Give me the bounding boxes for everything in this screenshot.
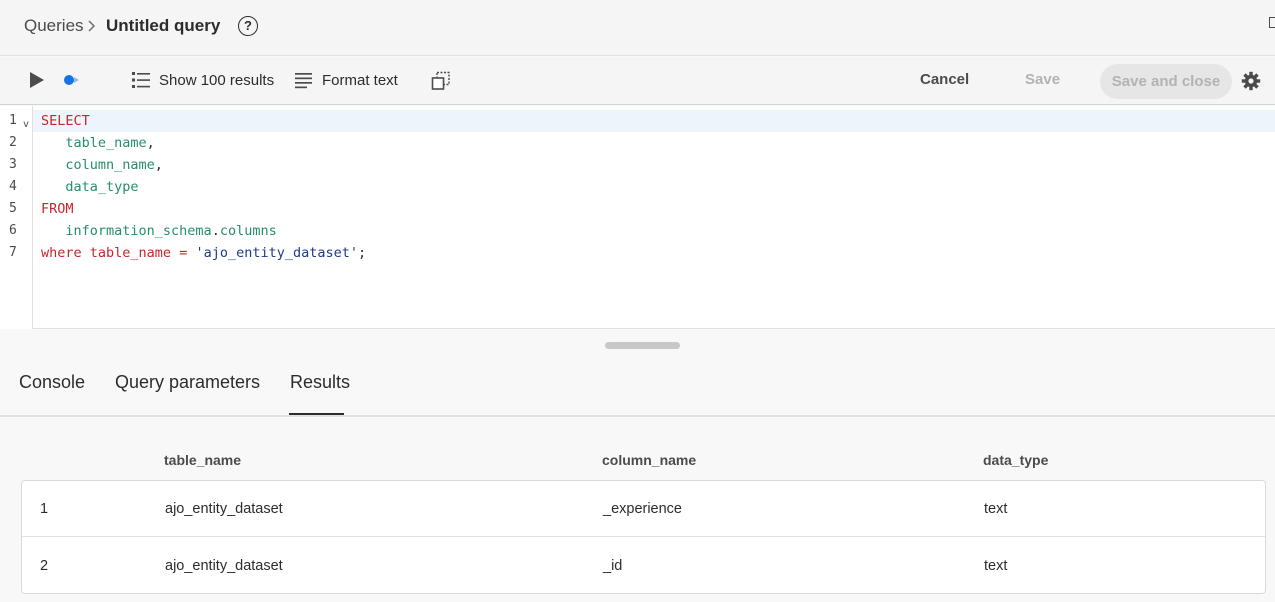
sql-string: 'ajo_entity_dataset' [195, 245, 359, 261]
line-number: 6 [9, 223, 17, 238]
cell-column-name: _experience [603, 501, 682, 517]
play-icon [30, 72, 44, 88]
run-selected-button[interactable] [62, 72, 82, 88]
row-number: 1 [40, 501, 49, 517]
page-title: Untitled query [106, 16, 221, 35]
format-text-button[interactable]: Format text [294, 70, 398, 90]
active-tab-indicator [289, 413, 344, 415]
output-tabs: Console Query parameters Results [0, 355, 1275, 417]
line-number: 7 [9, 245, 17, 260]
breadcrumb-queries-link[interactable]: Queries [24, 16, 84, 36]
save-button[interactable]: Save [1025, 71, 1060, 88]
gear-icon [1241, 71, 1261, 91]
copy-icon [431, 71, 450, 90]
sql-punctuation: . [211, 223, 220, 239]
tab-console[interactable]: Console [19, 372, 85, 393]
settings-button[interactable] [1241, 71, 1261, 96]
text-align-icon [295, 73, 312, 89]
column-header-table-name[interactable]: table_name [164, 452, 241, 468]
code-line: column_name, [41, 157, 163, 173]
code-line: SELECT [41, 113, 90, 129]
tab-query-parameters[interactable]: Query parameters [115, 372, 260, 393]
cell-data-type: text [984, 558, 1008, 574]
cell-table-name: ajo_entity_dataset [165, 501, 283, 517]
sql-identifier: information_schema [65, 223, 212, 239]
sql-operator: = [179, 245, 188, 261]
fold-toggle-icon[interactable]: v [23, 119, 29, 130]
results-table: 1 ajo_entity_dataset _experience text 2 … [21, 480, 1266, 594]
line-number: 5 [9, 201, 17, 216]
show-results-label: Show 100 results [159, 71, 275, 89]
sql-identifier: table_name [89, 245, 172, 261]
code-line: table_name, [41, 135, 155, 151]
show-100-results-button[interactable]: Show 100 results [131, 70, 274, 90]
cell-table-name: ajo_entity_dataset [165, 558, 283, 574]
code-line: FROM [41, 201, 74, 217]
sql-punctuation: , [154, 157, 163, 173]
panel-toggle-icon[interactable] [1269, 17, 1275, 28]
sql-editor[interactable]: 1 v 2 3 4 5 6 7 SELECT table_name, colum… [0, 106, 1275, 329]
panel-resize-handle[interactable] [605, 342, 680, 349]
cell-data-type: text [984, 501, 1008, 517]
sql-punctuation: ; [358, 245, 367, 261]
cell-column-name: _id [603, 558, 623, 574]
active-line-highlight [0, 110, 1275, 132]
sql-identifier: table_name [65, 135, 147, 151]
code-line: information_schema.columns [41, 223, 277, 239]
save-and-close-button[interactable]: Save and close [1100, 64, 1232, 99]
chevron-right-icon [87, 16, 97, 36]
column-header-column-name[interactable]: column_name [602, 452, 696, 468]
sql-keyword: FROM [41, 201, 74, 217]
sql-punctuation: , [146, 135, 155, 151]
code-line: data_type [41, 179, 139, 195]
help-icon[interactable]: ? [238, 16, 258, 36]
cancel-button[interactable]: Cancel [920, 71, 969, 88]
tab-results[interactable]: Results [290, 372, 350, 393]
table-row[interactable]: 2 ajo_entity_dataset _id text [22, 538, 1265, 594]
format-text-label: Format text [322, 71, 398, 89]
header: Queries Untitled query ? [0, 0, 1275, 56]
code-line: where table_name = 'ajo_entity_dataset'; [41, 245, 366, 261]
sql-identifier: columns [219, 223, 277, 239]
list-icon [132, 72, 150, 88]
line-number: 1 [9, 113, 17, 128]
table-row[interactable]: 1 ajo_entity_dataset _experience text [22, 481, 1265, 537]
line-number: 4 [9, 179, 17, 194]
sql-keyword: where [41, 245, 82, 261]
sql-keyword: SELECT [41, 113, 90, 129]
run-query-button[interactable] [28, 71, 46, 89]
query-toolbar: Show 100 results Format text Cancel Save… [0, 57, 1275, 105]
column-header-data-type[interactable]: data_type [983, 452, 1048, 468]
sql-identifier: column_name [65, 157, 155, 173]
line-number: 3 [9, 157, 17, 172]
row-number: 2 [40, 558, 49, 574]
sql-identifier: data_type [65, 179, 139, 195]
copy-button[interactable] [431, 71, 451, 91]
run-selected-icon [64, 75, 79, 85]
line-number: 2 [9, 135, 17, 150]
